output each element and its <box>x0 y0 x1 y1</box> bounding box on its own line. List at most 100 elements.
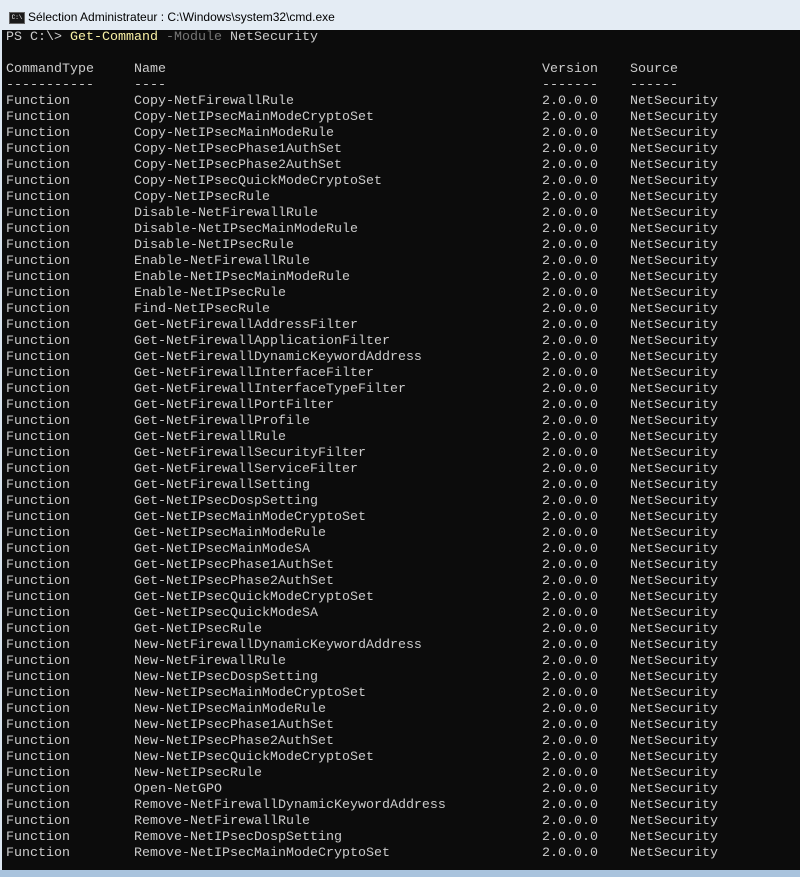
source: NetSecurity <box>630 574 718 589</box>
table-row: Function New-NetIPsecMainModeRule 2.0.0.0 N… <box>6 702 786 718</box>
table-row: Function Get-NetFirewallInterfaceFilter 2.… <box>6 366 786 382</box>
command-type: Function <box>6 190 70 205</box>
command-type: Function <box>6 430 70 445</box>
source: NetSecurity <box>630 430 718 445</box>
console-output[interactable]: PS C:\> Get-Command -Module NetSecurity … <box>2 30 800 870</box>
source: NetSecurity <box>630 606 718 621</box>
table-row: Function Get-NetFirewallServiceFilter 2.0.… <box>6 462 786 478</box>
table-row: Function Disable-NetIPsecRule 2.0.0.0 NetSe… <box>6 238 786 254</box>
table-row: Function Get-NetIPsecQuickModeSA 2.0.0.0 Ne… <box>6 606 786 622</box>
parameter-value: NetSecurity <box>221 30 318 45</box>
command-type: Function <box>6 94 70 109</box>
source: NetSecurity <box>630 142 718 157</box>
version: 2.0.0.0 <box>542 798 598 813</box>
command-type: Function <box>6 526 70 541</box>
table-row: Function Get-NetFirewallProfile 2.0.0.0 Net… <box>6 414 786 430</box>
version: 2.0.0.0 <box>542 830 598 845</box>
command-type: Function <box>6 142 70 157</box>
command-type: Function <box>6 702 70 717</box>
command-name: New-NetFirewallRule <box>134 654 286 669</box>
table-row: Function Get-NetIPsecRule 2.0.0.0 NetSecuri… <box>6 622 786 638</box>
version: 2.0.0.0 <box>542 574 598 589</box>
version: 2.0.0.0 <box>542 606 598 621</box>
command-name: Get-NetFirewallProfile <box>134 414 310 429</box>
command-type: Function <box>6 558 70 573</box>
version: 2.0.0.0 <box>542 590 598 605</box>
source: NetSecurity <box>630 270 718 285</box>
table-row: Function New-NetIPsecPhase1AuthSet 2.0.0.0… <box>6 718 786 734</box>
command-type: Function <box>6 622 70 637</box>
source: NetSecurity <box>630 542 718 557</box>
version: 2.0.0.0 <box>542 350 598 365</box>
version: 2.0.0.0 <box>542 654 598 669</box>
command-type: Function <box>6 766 70 781</box>
cmd-icon: C:\ <box>9 12 25 24</box>
version: 2.0.0.0 <box>542 750 598 765</box>
command-name: Copy-NetIPsecMainModeRule <box>134 126 334 141</box>
version: 2.0.0.0 <box>542 254 598 269</box>
table-row: Function Remove-NetFirewallRule 2.0.0.0 Net… <box>6 814 786 830</box>
command-name: Get-NetFirewallApplicationFilter <box>134 334 390 349</box>
source: NetSecurity <box>630 110 718 125</box>
table-row: Function Open-NetGPO 2.0.0.0 NetSecurity <box>6 782 786 798</box>
command-name: Remove-NetFirewallRule <box>134 814 310 829</box>
source: NetSecurity <box>630 350 718 365</box>
version: 2.0.0.0 <box>542 158 598 173</box>
command-name: Get-NetIPsecMainModeCryptoSet <box>134 510 366 525</box>
table-row: Function Get-NetIPsecMainModeRule 2.0.0.0 N… <box>6 526 786 542</box>
command-type: Function <box>6 414 70 429</box>
title-bar[interactable]: C:\ Sélection Administrateur : C:\Window… <box>0 0 800 30</box>
version: 2.0.0.0 <box>542 510 598 525</box>
table-row: Function Disable-NetFirewallRule 2.0.0.0 Ne… <box>6 206 786 222</box>
version: 2.0.0.0 <box>542 126 598 141</box>
command-name: Get-NetIPsecDospSetting <box>134 494 318 509</box>
command-type: Function <box>6 686 70 701</box>
command-type: Function <box>6 814 70 829</box>
command-type: Function <box>6 750 70 765</box>
header-commandtype: CommandType <box>6 62 94 77</box>
command-type: Function <box>6 270 70 285</box>
command-name: Find-NetIPsecRule <box>134 302 270 317</box>
command-type: Function <box>6 126 70 141</box>
table-row: Function Remove-NetIPsecMainModeCryptoSet… <box>6 846 786 862</box>
command-type: Function <box>6 590 70 605</box>
command-name: Copy-NetIPsecRule <box>134 190 270 205</box>
version: 2.0.0.0 <box>542 446 598 461</box>
source: NetSecurity <box>630 526 718 541</box>
command-type: Function <box>6 302 70 317</box>
command-name: Disable-NetFirewallRule <box>134 206 318 221</box>
command-type: Function <box>6 846 70 861</box>
source: NetSecurity <box>630 846 718 861</box>
command-name: New-NetIPsecDospSetting <box>134 670 318 685</box>
source: NetSecurity <box>630 94 718 109</box>
version: 2.0.0.0 <box>542 206 598 221</box>
command-name: Open-NetGPO <box>134 782 222 797</box>
source: NetSecurity <box>630 686 718 701</box>
table-row: Function New-NetFirewallRule 2.0.0.0 NetSec… <box>6 654 786 670</box>
table-row: Function New-NetIPsecQuickModeCryptoSet 2.… <box>6 750 786 766</box>
command-type: Function <box>6 670 70 685</box>
command-type: Function <box>6 494 70 509</box>
source: NetSecurity <box>630 254 718 269</box>
separator: ------ <box>630 78 678 93</box>
command-type: Function <box>6 638 70 653</box>
table-header: CommandType Name Version Source <box>6 62 786 78</box>
version: 2.0.0.0 <box>542 542 598 557</box>
command-name: Get-NetFirewallServiceFilter <box>134 462 358 477</box>
table-row: Function New-NetFirewallDynamicKeywordAdd… <box>6 638 786 654</box>
source: NetSecurity <box>630 366 718 381</box>
command-type: Function <box>6 606 70 621</box>
table-row: Function Get-NetIPsecPhase1AuthSet 2.0.0.0… <box>6 558 786 574</box>
command-name: Get-NetIPsecMainModeRule <box>134 526 326 541</box>
command-name: Get-NetIPsecQuickModeSA <box>134 606 318 621</box>
command-name: Remove-NetFirewallDynamicKeywordAddress <box>134 798 446 813</box>
table-row: Function Enable-NetFirewallRule 2.0.0.0 Net… <box>6 254 786 270</box>
separator: ------- <box>542 78 598 93</box>
version: 2.0.0.0 <box>542 430 598 445</box>
table-row: Function New-NetIPsecPhase2AuthSet 2.0.0.0… <box>6 734 786 750</box>
prompt-line: PS C:\> Get-Command -Module NetSecurity <box>6 30 318 46</box>
source: NetSecurity <box>630 398 718 413</box>
table-row: Function Remove-NetIPsecDospSetting 2.0.0.… <box>6 830 786 846</box>
command-name: Get-NetIPsecQuickModeCryptoSet <box>134 590 374 605</box>
table-row: Function Get-NetFirewallApplicationFilter… <box>6 334 786 350</box>
